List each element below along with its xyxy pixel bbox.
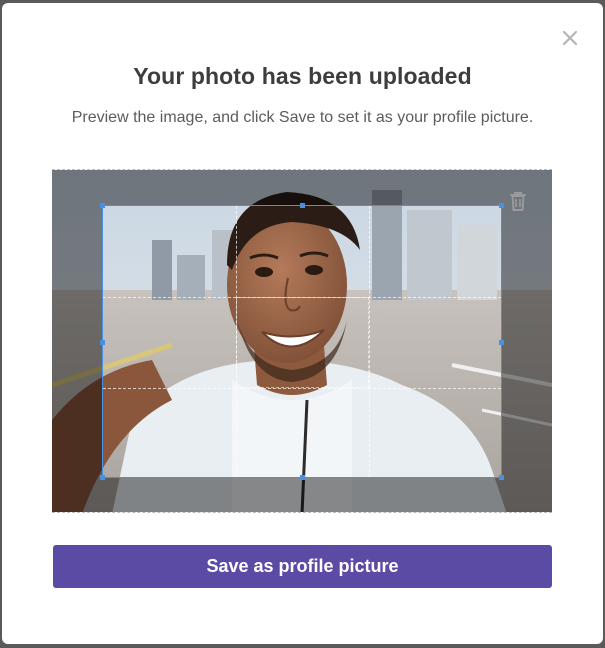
crop-guide-line	[236, 206, 237, 477]
crop-handle-bottom-right[interactable]	[499, 475, 504, 480]
trash-icon	[510, 192, 526, 211]
dialog-title: Your photo has been uploaded	[133, 63, 472, 89]
upload-photo-dialog: Your photo has been uploaded Preview the…	[2, 3, 603, 644]
crop-guide-line	[369, 206, 370, 477]
delete-photo-button[interactable]	[506, 188, 530, 214]
crop-guide-line	[103, 388, 501, 389]
close-icon	[562, 30, 578, 46]
crop-handle-top-left[interactable]	[100, 203, 105, 208]
crop-selection[interactable]	[100, 203, 504, 480]
crop-guide-line	[103, 297, 501, 298]
crop-handle-bottom[interactable]	[300, 475, 305, 480]
crop-center-guide	[236, 297, 369, 388]
photo-preview	[52, 169, 552, 513]
crop-handle-bottom-left[interactable]	[100, 475, 105, 480]
crop-handle-top-right[interactable]	[499, 203, 504, 208]
save-profile-picture-button[interactable]: Save as profile picture	[53, 545, 552, 588]
crop-handle-right[interactable]	[499, 340, 504, 345]
close-button[interactable]	[559, 27, 581, 49]
crop-handle-top[interactable]	[300, 203, 305, 208]
crop-handle-left[interactable]	[100, 340, 105, 345]
dialog-subtitle: Preview the image, and click Save to set…	[71, 109, 534, 126]
